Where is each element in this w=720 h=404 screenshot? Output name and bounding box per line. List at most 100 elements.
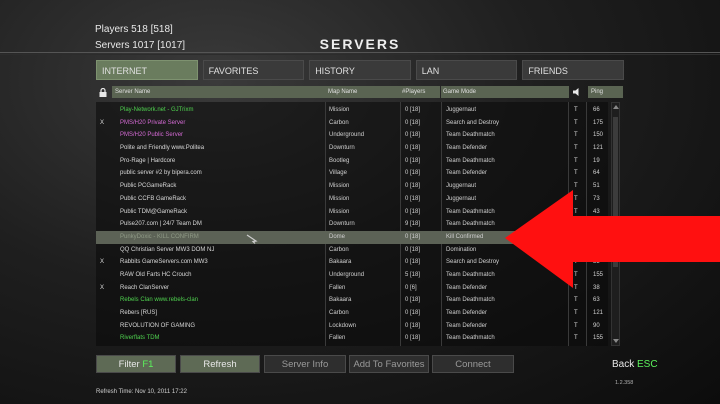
filter-key-hint: F1 bbox=[142, 359, 154, 370]
table-row[interactable]: REVOLUTION OF GAMING Lockdown 0 [18] Team D… bbox=[96, 320, 608, 333]
map-cell: Village bbox=[329, 170, 347, 177]
players-count: Players 518 [518] bbox=[95, 24, 173, 35]
players-cell: 0 [18] bbox=[405, 233, 421, 240]
back-label: Back bbox=[612, 359, 635, 370]
server-name-cell: Rabbits GameServers.com MW3 bbox=[120, 259, 208, 266]
players-cell: 0 [18] bbox=[405, 157, 421, 164]
tab-favorites[interactable]: FAVORITES bbox=[202, 60, 305, 80]
table-row[interactable]: Rebers [RUS] Carbon 0 [18] Team Defender T 12… bbox=[96, 307, 608, 320]
server-name-cell: Polite and Friendly www.Politea bbox=[120, 145, 205, 152]
tab-lan[interactable]: LAN bbox=[415, 60, 518, 80]
table-row[interactable]: Polite and Friendly www.Politea Downturn 0… bbox=[96, 142, 608, 155]
map-cell: Carbon bbox=[329, 310, 349, 316]
table-row[interactable]: X PMS/H20 Private Server Carbon 0 [18] Searc… bbox=[96, 117, 608, 130]
players-cell: 0 [18] bbox=[405, 297, 421, 304]
password-cell: X bbox=[100, 119, 105, 126]
refresh-time: Refresh Time: Nov 10, 2011 17:22 bbox=[96, 389, 187, 395]
ping-cell: 19 bbox=[593, 157, 600, 164]
tab-friends[interactable]: FRIENDS bbox=[522, 60, 624, 80]
ping-cell: 150 bbox=[593, 132, 604, 139]
ping-cell: 121 bbox=[593, 310, 604, 316]
map-cell: Lockdown bbox=[329, 322, 357, 329]
map-cell: Carbon bbox=[329, 246, 349, 253]
server-name-cell: Pulse207.com | 24/7 Team DM bbox=[120, 221, 202, 228]
filter-button[interactable]: Filter F1 bbox=[96, 355, 176, 373]
map-cell: Mission bbox=[329, 183, 350, 190]
type-cell: T bbox=[574, 322, 578, 329]
back-button[interactable]: Back ESC bbox=[612, 359, 658, 370]
table-row[interactable]: PMS/H20 Public Server Underground 0 [18] Te… bbox=[96, 129, 608, 142]
page-title: SERVERS bbox=[319, 36, 401, 52]
players-cell: 9 [18] bbox=[405, 221, 421, 228]
server-name-cell: Rebels Clan www.rebels-clan bbox=[120, 297, 199, 304]
players-cell: 0 [18] bbox=[405, 310, 421, 316]
tab-history[interactable]: HISTORY bbox=[309, 60, 411, 80]
server-info-button[interactable]: Server Info bbox=[264, 355, 346, 373]
column-header-players[interactable]: #Players bbox=[400, 86, 440, 98]
connect-button[interactable]: Connect bbox=[432, 355, 514, 373]
server-name-cell: Pro-Rage | Hardcore bbox=[120, 157, 176, 164]
scroll-down-icon[interactable] bbox=[613, 339, 619, 343]
game-mode-cell: Team Defender bbox=[446, 145, 488, 152]
server-name-cell: REVOLUTION OF GAMING bbox=[120, 322, 196, 329]
add-to-favorites-button[interactable]: Add To Favorites bbox=[349, 355, 429, 373]
players-cell: 0 [18] bbox=[405, 107, 421, 113]
players-cell: 0 [18] bbox=[405, 208, 421, 215]
players-cell: 5 [18] bbox=[405, 271, 421, 278]
server-name-cell: Play-Network.net - GJTrixm bbox=[120, 107, 194, 113]
game-mode-cell: Team Deathmatch bbox=[446, 157, 495, 164]
ping-cell: 155 bbox=[593, 335, 604, 342]
type-cell: T bbox=[574, 335, 578, 342]
map-cell: Bakaara bbox=[329, 259, 352, 266]
server-name-cell: Reach ClanServer bbox=[120, 284, 170, 291]
server-name-cell: Rebers [RUS] bbox=[120, 310, 158, 316]
map-cell: Downturn bbox=[329, 221, 355, 228]
game-mode-cell: Team Deathmatch bbox=[446, 297, 495, 304]
server-name-cell: RAW Old Farts HC Crouch bbox=[120, 271, 192, 278]
players-cell: 0 [18] bbox=[405, 259, 421, 266]
server-name-cell: public server #2 by bipera.com bbox=[120, 170, 202, 177]
server-name-cell: Riverflats TDM bbox=[120, 335, 160, 342]
table-row[interactable]: public server #2 by bipera.com Village 0 [… bbox=[96, 167, 608, 180]
type-cell: T bbox=[574, 297, 578, 304]
servers-count: Servers 1017 [1017] bbox=[95, 40, 186, 51]
table-row[interactable]: Rebels Clan www.rebels-clan Bakaara 0 [18]… bbox=[96, 294, 608, 307]
players-cell: 0 [18] bbox=[405, 170, 421, 177]
scroll-up-icon[interactable] bbox=[613, 105, 619, 109]
table-row[interactable]: Pro-Rage | Hardcore Bootleg 0 [18] Team Dea… bbox=[96, 155, 608, 168]
map-cell: Carbon bbox=[329, 119, 349, 126]
game-mode-cell: Team Deathmatch bbox=[446, 335, 495, 342]
map-cell: Fallen bbox=[329, 284, 346, 291]
lock-icon[interactable] bbox=[98, 88, 108, 97]
password-cell: X bbox=[100, 284, 105, 291]
server-name-cell: Public CCFB GameRack bbox=[120, 195, 187, 202]
server-name-cell: PunkyDoxic - KILL CONFIRM bbox=[120, 233, 199, 240]
game-mode-cell: Team Defender bbox=[446, 310, 488, 316]
type-cell: T bbox=[574, 107, 578, 113]
filter-label: Filter bbox=[118, 359, 140, 370]
players-cell: 0 [18] bbox=[405, 132, 421, 139]
table-row[interactable]: Riverflats TDM Fallen 0 [18] Team Deathmatc… bbox=[96, 332, 608, 345]
column-header-ping[interactable]: Ping bbox=[588, 86, 623, 98]
map-cell: Fallen bbox=[329, 335, 346, 342]
header-divider-shadow bbox=[0, 54, 720, 55]
password-cell: X bbox=[100, 259, 105, 266]
map-cell: Underground bbox=[329, 132, 365, 139]
game-mode-cell: Search and Destroy bbox=[446, 119, 500, 126]
type-cell: T bbox=[574, 132, 578, 139]
tab-internet[interactable]: INTERNET bbox=[96, 60, 198, 80]
server-name-cell: Public TDM@GameRack bbox=[120, 208, 187, 215]
server-name-cell: Public PCGameRack bbox=[120, 183, 177, 190]
game-mode-cell: Juggernaut bbox=[446, 107, 477, 113]
refresh-button[interactable]: Refresh bbox=[180, 355, 260, 373]
type-cell: T bbox=[574, 157, 578, 164]
table-row[interactable]: Play-Network.net - GJTrixm Mission 0 [18] J… bbox=[96, 104, 608, 117]
column-header-server-name[interactable]: Server Name bbox=[112, 86, 325, 98]
players-cell: 0 [18] bbox=[405, 335, 421, 342]
column-header-map-name[interactable]: Map Name bbox=[325, 86, 400, 98]
column-header-game-mode[interactable]: Game Mode bbox=[441, 86, 569, 98]
version-label: 1.2.358 bbox=[615, 380, 634, 386]
back-key-hint: ESC bbox=[637, 359, 658, 370]
game-mode-cell: Team Defender bbox=[446, 170, 488, 177]
speaker-icon[interactable] bbox=[572, 87, 582, 97]
